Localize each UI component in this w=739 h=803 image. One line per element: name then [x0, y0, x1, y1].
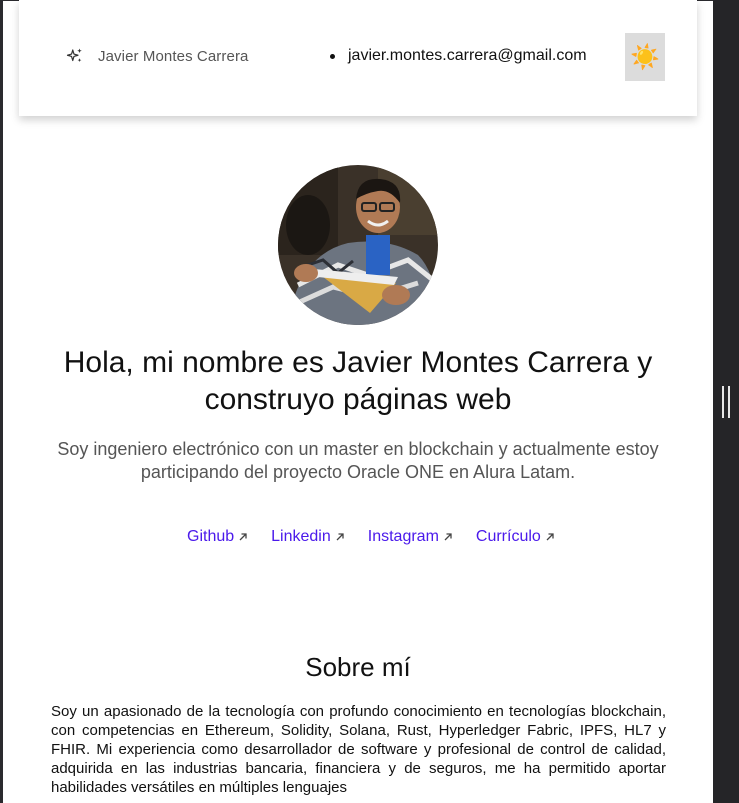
arrow-up-right-icon [546, 533, 554, 541]
linkedin-link[interactable]: Linkedin [271, 528, 345, 546]
hero-subtitle: Soy ingeniero electrónico con un master … [57, 439, 659, 482]
profile-photo [278, 165, 438, 325]
link-label: Currículo [475, 528, 541, 545]
theme-toggle-button[interactable]: ☀️ [625, 33, 665, 81]
site-header: Javier Montes Carrera javier.montes.carr… [19, 0, 697, 116]
curriculum-link[interactable]: Currículo [476, 528, 555, 546]
arrow-up-right-icon [239, 533, 247, 541]
arrow-up-right-icon [336, 533, 344, 541]
about-text: Soy un apasionado de la tecnología con p… [51, 703, 666, 796]
about-title: Sobre mí [305, 652, 411, 682]
hero-title: Hola, mi nombre es Javier Montes Carrera… [63, 346, 653, 416]
instagram-link[interactable]: Instagram [368, 528, 453, 546]
profile-avatar [278, 165, 438, 325]
link-label: Linkedin [271, 528, 331, 545]
brand[interactable]: Javier Montes Carrera [66, 47, 248, 65]
email-text: javier.montes.carrera@gmail.com [348, 47, 587, 64]
arrow-up-right-icon [444, 533, 452, 541]
sparkles-icon [66, 48, 82, 62]
list-bullet [330, 53, 335, 59]
link-label: Github [187, 528, 235, 545]
github-link[interactable]: Github [187, 528, 248, 546]
social-links: Github Linkedin Instagram Currículo [187, 528, 555, 546]
email-item[interactable]: javier.montes.carrera@gmail.com [330, 47, 587, 65]
sun-icon: ☀️ [630, 43, 660, 71]
brand-name: Javier Montes Carrera [98, 47, 249, 65]
link-label: Instagram [367, 528, 439, 545]
scrollbar-grip[interactable] [722, 386, 730, 418]
